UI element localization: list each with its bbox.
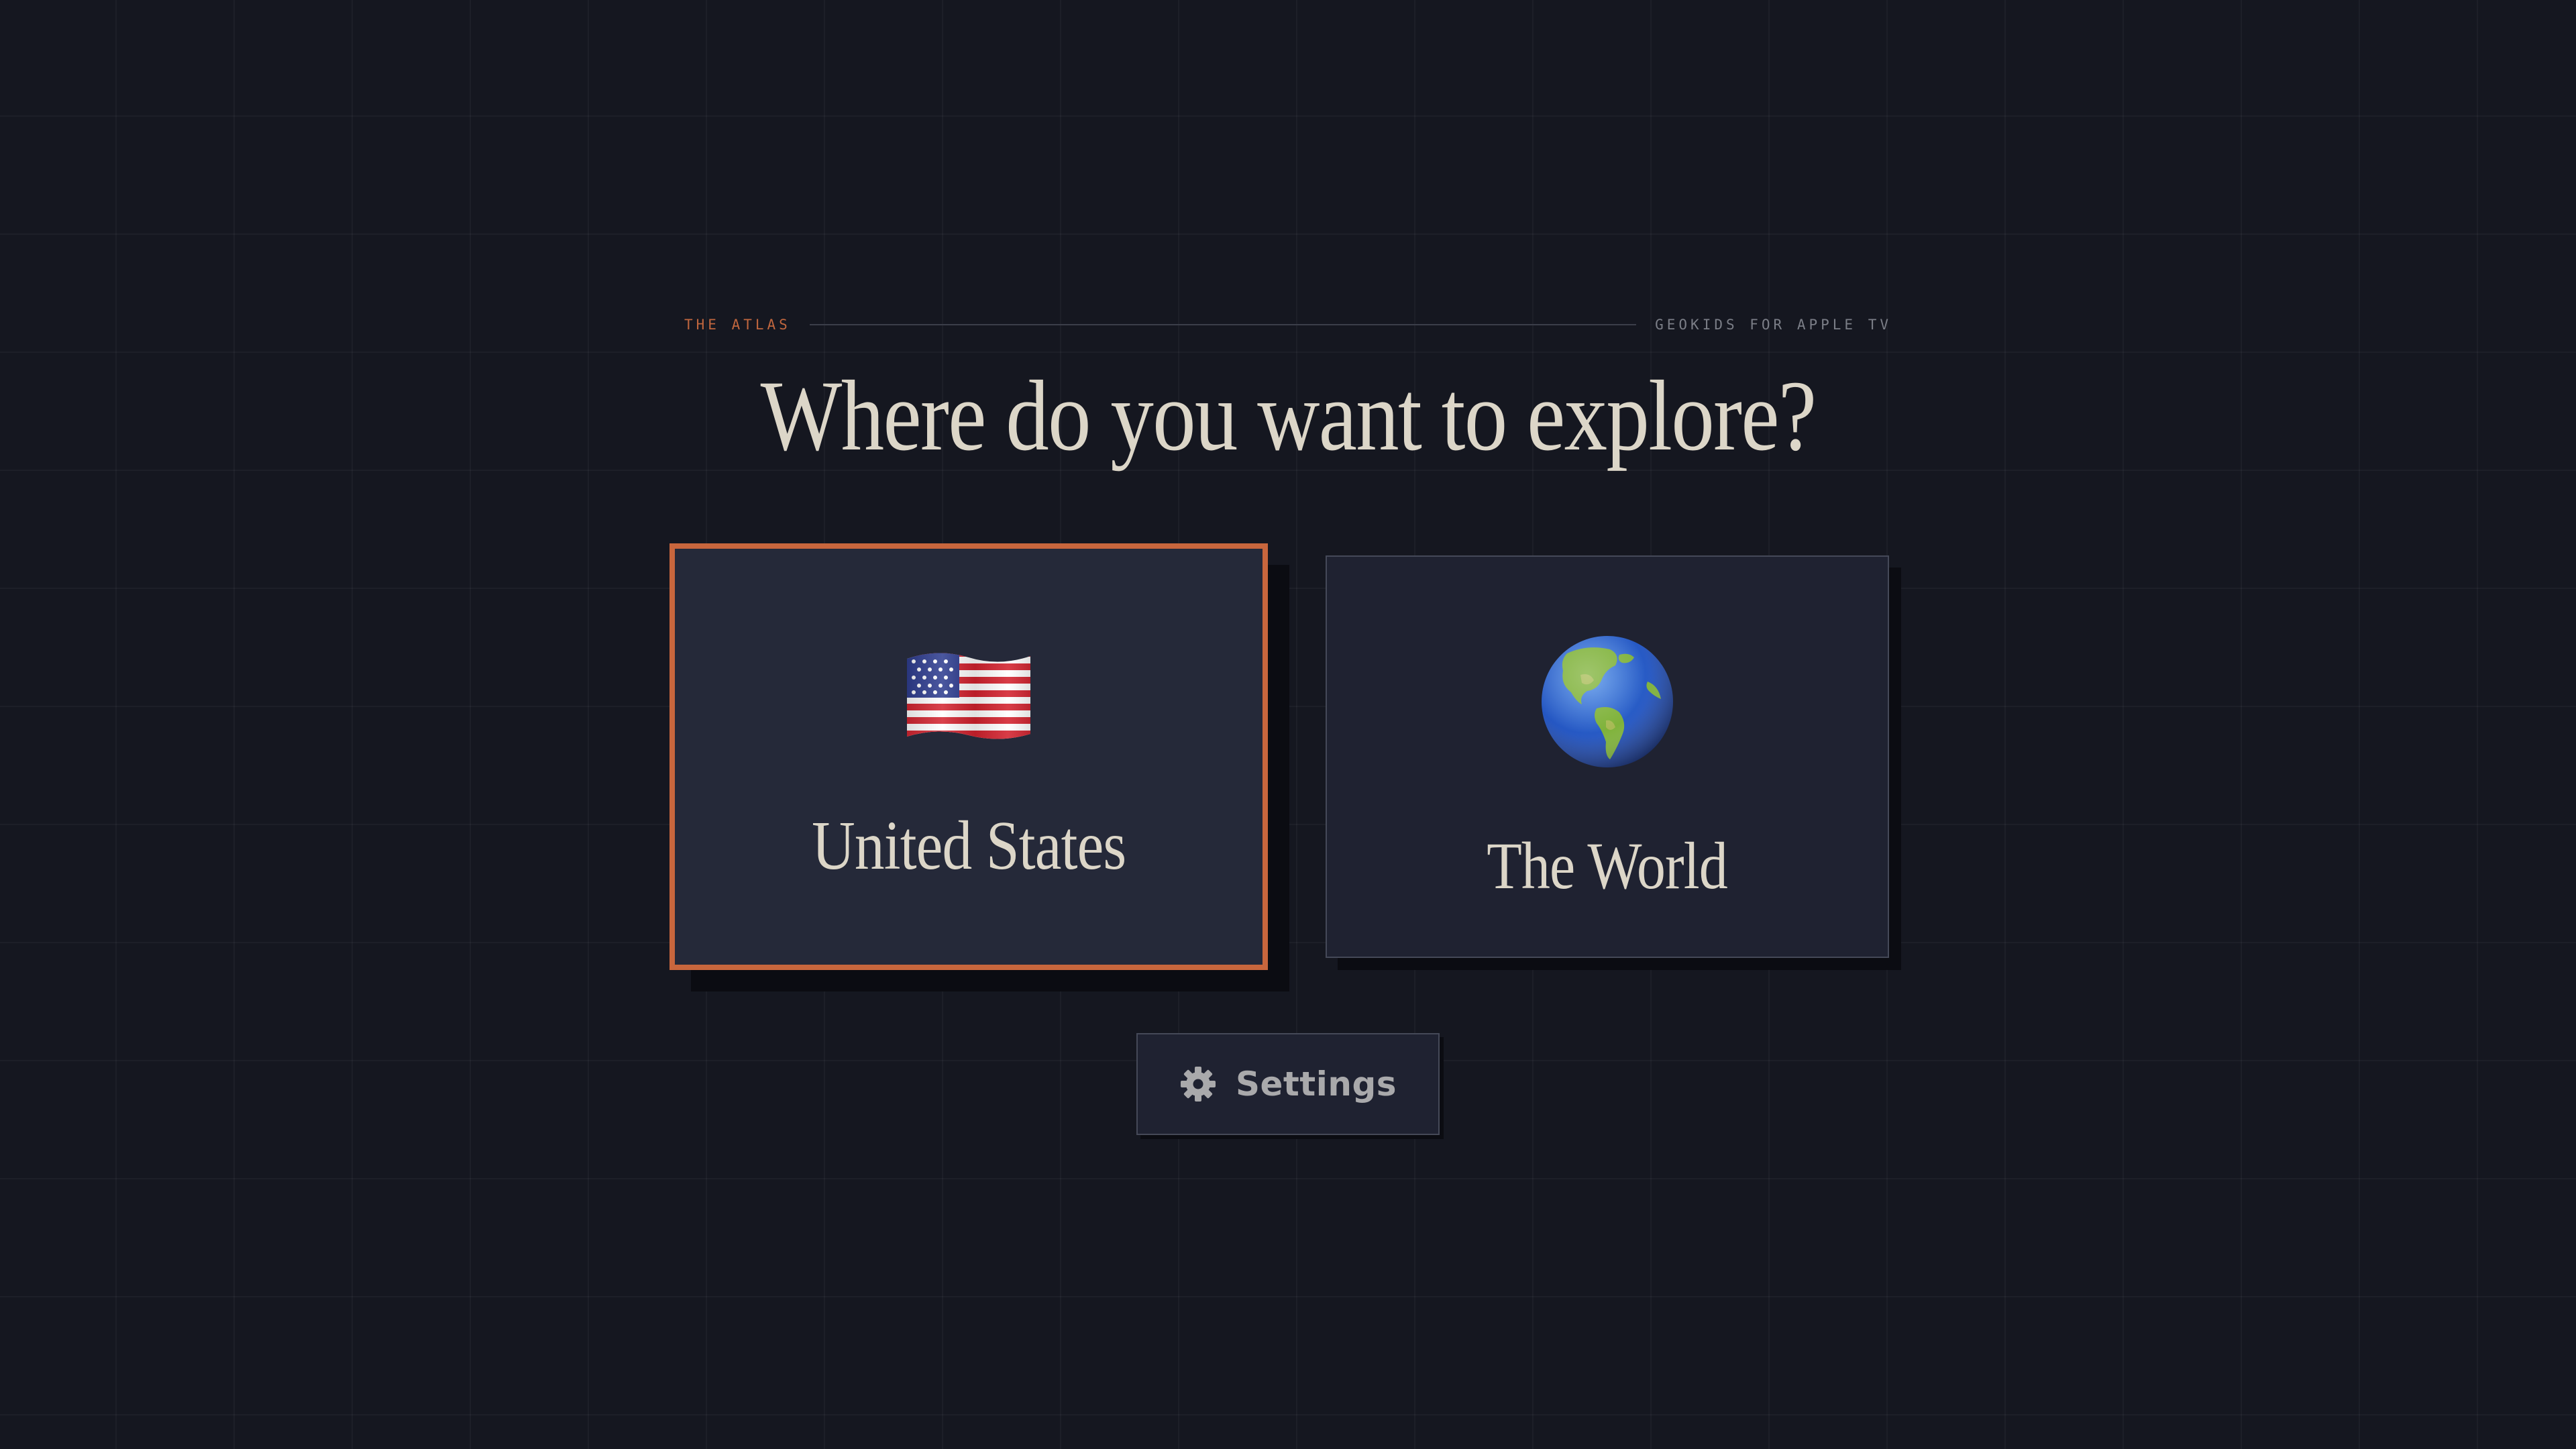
option-label-united-states: United States [811,807,1126,884]
header-divider [809,324,1637,325]
globe-icon [1542,636,1673,767]
header-eyebrow: THE ATLAS GEOKIDS FOR APPLE TV [684,315,1892,334]
option-label-the-world: The World [1487,828,1729,903]
us-flag-icon [907,653,1030,739]
gear-icon [1180,1067,1216,1102]
app-subtitle: GEOKIDS FOR APPLE TV [1655,317,1892,333]
settings-button[interactable]: Settings [1136,1033,1440,1135]
option-card-united-states[interactable]: United States [669,543,1268,970]
settings-label: Settings [1235,1065,1397,1104]
page-title: Where do you want to explore? [760,360,1817,472]
option-card-the-world[interactable]: The World [1326,555,1889,958]
brand-label: THE ATLAS [684,317,791,333]
